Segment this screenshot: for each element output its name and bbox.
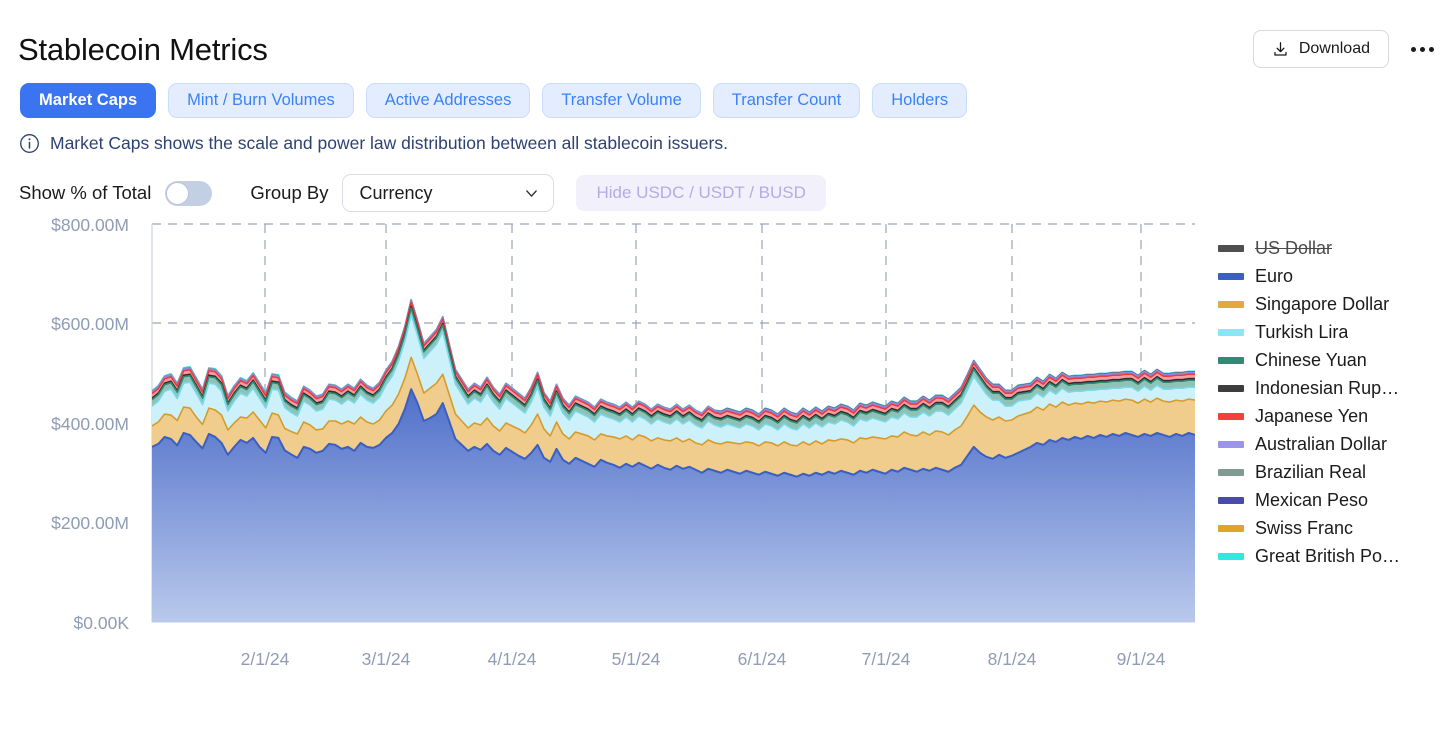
legend-swatch — [1218, 412, 1244, 420]
legend-item[interactable]: US Dollar — [1218, 234, 1456, 262]
legend-item[interactable]: Singapore Dollar — [1218, 290, 1456, 318]
legend-item[interactable]: Japanese Yen — [1218, 402, 1456, 430]
x-tick-label: 2/1/24 — [241, 649, 290, 669]
download-icon — [1274, 41, 1287, 56]
ellipsis-icon-dot — [1429, 46, 1434, 52]
x-tick-label: 4/1/24 — [488, 649, 537, 669]
y-tick-label: $800.00M — [51, 215, 129, 235]
toggle-knob — [166, 181, 190, 205]
y-tick-label: $400.00M — [51, 414, 129, 434]
group-by-value: Currency — [359, 182, 433, 203]
y-tick-label: $0.00K — [74, 613, 130, 633]
legend-item[interactable]: Australian Dollar — [1218, 430, 1456, 458]
more-options-button[interactable] — [1407, 41, 1438, 58]
legend-swatch — [1218, 272, 1244, 280]
show-percent-toggle[interactable] — [165, 180, 213, 206]
x-axis-labels: 2/1/24 3/1/24 4/1/24 5/1/24 6/1/24 7/1/2… — [241, 649, 1166, 669]
tab-market-caps[interactable]: Market Caps — [20, 83, 157, 118]
legend-swatch — [1218, 468, 1244, 476]
legend-label: Turkish Lira — [1255, 321, 1349, 342]
show-percent-label: Show % of Total — [19, 182, 152, 203]
tab-active-addresses[interactable]: Active Addresses — [365, 83, 531, 118]
legend-item[interactable]: Euro — [1218, 262, 1456, 290]
tab-holders[interactable]: Holders — [872, 83, 968, 118]
group-by-select[interactable]: Currency — [342, 174, 555, 212]
chart-controls: Show % of Total Group By Currency Hide U… — [19, 174, 826, 212]
legend-label: Australian Dollar — [1255, 433, 1388, 454]
legend-label: Chinese Yuan — [1255, 349, 1367, 370]
page-header: Stablecoin Metrics Download — [18, 24, 1438, 74]
legend-label: Mexican Peso — [1255, 489, 1369, 510]
hide-usdc-usdt-busd-button[interactable]: Hide USDC / USDT / BUSD — [576, 175, 826, 211]
metric-tabs: Market Caps Mint / Burn Volumes Active A… — [20, 83, 968, 118]
legend-swatch — [1218, 384, 1244, 392]
x-tick-label: 5/1/24 — [612, 649, 661, 669]
header-actions: Download — [1252, 30, 1438, 68]
legend-item[interactable]: Chinese Yuan — [1218, 346, 1456, 374]
legend-label: Brazilian Real — [1255, 461, 1367, 482]
y-tick-label: $600.00M — [51, 314, 129, 334]
ellipsis-icon-dot — [1411, 46, 1416, 52]
legend-label: US Dollar — [1255, 237, 1333, 258]
download-button[interactable]: Download — [1252, 30, 1389, 68]
chevron-down-icon — [526, 189, 538, 197]
legend-item[interactable]: Swiss Franc — [1218, 514, 1456, 542]
ellipsis-icon-dot — [1420, 46, 1425, 52]
download-button-label: Download — [1298, 40, 1370, 57]
group-by-label: Group By — [250, 182, 329, 203]
x-tick-label: 6/1/24 — [738, 649, 787, 669]
chart-legend: US Dollar Euro Singapore Dollar Turkish Lir… — [1218, 234, 1456, 570]
tab-transfer-volume[interactable]: Transfer Volume — [542, 83, 701, 118]
tab-transfer-count[interactable]: Transfer Count — [712, 83, 861, 118]
legend-label: Euro — [1255, 265, 1294, 286]
x-tick-label: 9/1/24 — [1117, 649, 1166, 669]
info-circle-icon — [20, 134, 39, 153]
legend-swatch — [1218, 300, 1244, 308]
legend-swatch — [1218, 552, 1244, 560]
tab-mint-burn-volumes[interactable]: Mint / Burn Volumes — [168, 83, 354, 118]
legend-swatch — [1218, 524, 1244, 532]
legend-swatch — [1218, 328, 1244, 336]
y-axis-labels: $800.00M $600.00M $400.00M $200.00M $0.0… — [51, 215, 129, 633]
legend-item[interactable]: Mexican Peso — [1218, 486, 1456, 514]
x-tick-label: 7/1/24 — [862, 649, 911, 669]
legend-swatch — [1218, 244, 1244, 252]
legend-swatch — [1218, 440, 1244, 448]
legend-label: Swiss Franc — [1255, 517, 1354, 538]
legend-swatch — [1218, 496, 1244, 504]
legend-label: Singapore Dollar — [1255, 293, 1390, 314]
page-title: Stablecoin Metrics — [18, 31, 268, 67]
legend-item[interactable]: Turkish Lira — [1218, 318, 1456, 346]
legend-label: Great British Po… — [1255, 545, 1401, 566]
legend-label: Indonesian Rup… — [1255, 377, 1400, 398]
y-tick-label: $200.00M — [51, 513, 129, 533]
x-tick-label: 8/1/24 — [988, 649, 1037, 669]
legend-item[interactable]: Great British Po… — [1218, 542, 1456, 570]
legend-item[interactable]: Brazilian Real — [1218, 458, 1456, 486]
x-tick-label: 3/1/24 — [362, 649, 411, 669]
legend-swatch — [1218, 356, 1244, 364]
legend-item[interactable]: Indonesian Rup… — [1218, 374, 1456, 402]
stablecoin-metrics-page: Stablecoin Metrics Download Market Caps … — [0, 0, 1456, 742]
legend-label: Japanese Yen — [1255, 405, 1369, 426]
info-banner-text: Market Caps shows the scale and power la… — [50, 133, 728, 153]
info-banner: Market Caps shows the scale and power la… — [19, 133, 728, 154]
